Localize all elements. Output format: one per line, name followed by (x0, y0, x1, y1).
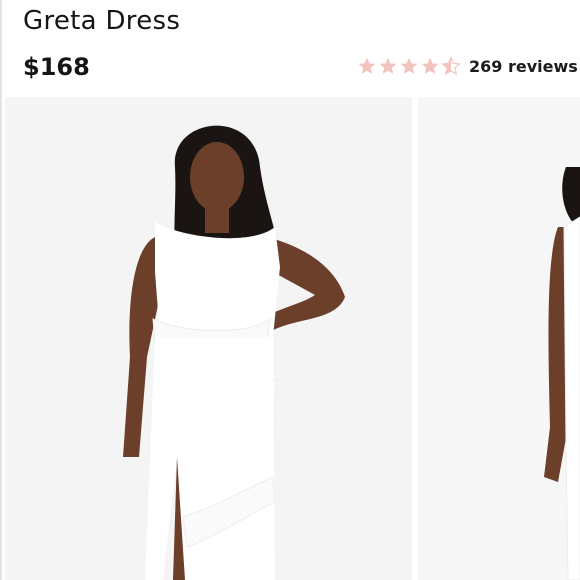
half-star-icon (441, 56, 461, 76)
model-front-image (5, 97, 412, 580)
reviews-link[interactable]: 269 reviews (469, 57, 578, 76)
star-icon (400, 57, 418, 74)
star-icon (358, 57, 376, 74)
rating-summary[interactable]: 269 reviews (357, 56, 578, 76)
product-gallery[interactable] (0, 97, 580, 580)
star-rating (357, 56, 461, 76)
star-icon (421, 57, 439, 74)
model-side-image (418, 97, 580, 580)
product-price: $168 (23, 53, 90, 81)
product-title: Greta Dress (23, 6, 181, 36)
star-icon (379, 57, 397, 74)
product-photo-front[interactable] (5, 97, 412, 580)
product-photo-side[interactable] (418, 97, 580, 580)
